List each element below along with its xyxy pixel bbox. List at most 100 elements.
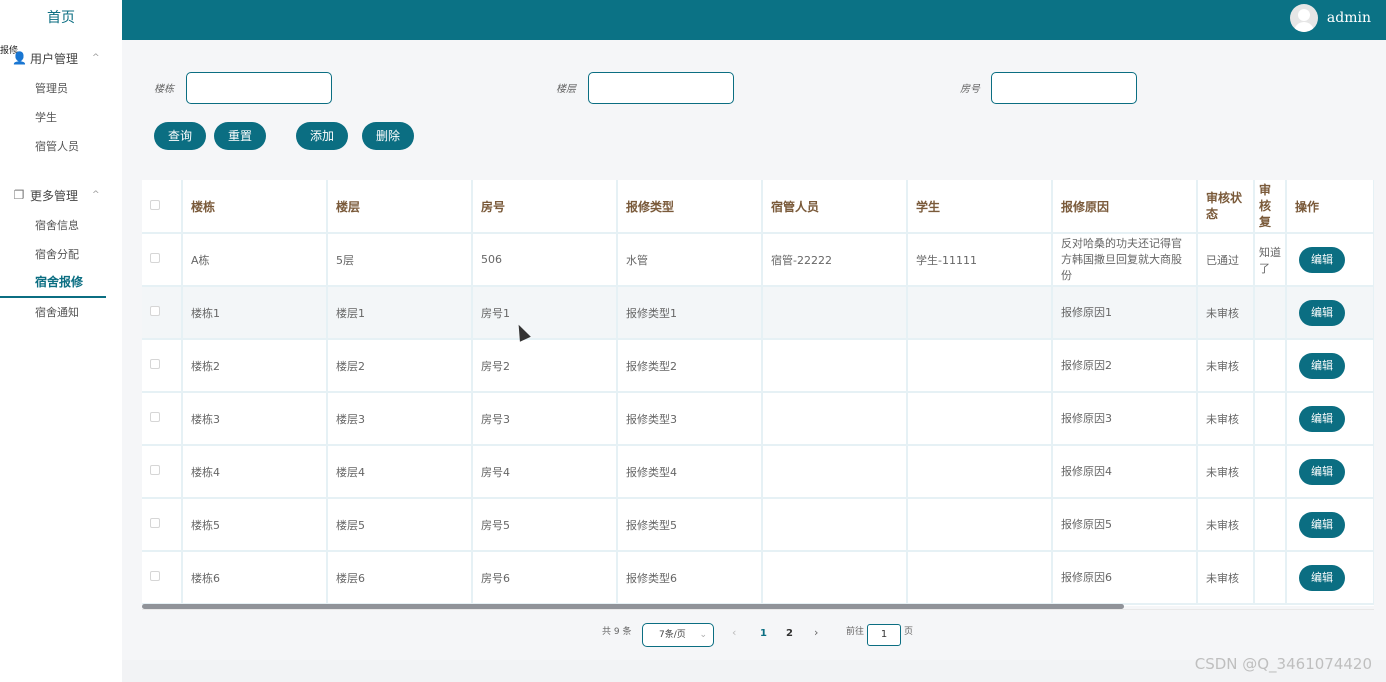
edit-button[interactable]: 编辑: [1299, 458, 1345, 485]
table-cell: [907, 286, 1053, 340]
table-cell: [907, 498, 1053, 552]
table-cell: 学生-11111: [907, 233, 1053, 287]
table-cell: [907, 392, 1053, 446]
add-button[interactable]: 添加: [296, 122, 348, 150]
room-input[interactable]: [991, 72, 1137, 104]
goto-page-input[interactable]: 1: [867, 624, 901, 646]
sidebar-item-dorm-info[interactable]: 宿舍信息: [0, 211, 122, 240]
sidebar-group-user-management[interactable]: 👤 用户管理 ^: [0, 42, 122, 74]
sidebar-item-dorm-assignment[interactable]: 宿舍分配: [0, 240, 122, 269]
table-cell: [1254, 286, 1287, 340]
table-cell: 报修原因4: [1052, 445, 1198, 499]
table-cell: 报修类型3: [617, 392, 763, 446]
table-cell: 知道了: [1254, 233, 1287, 287]
table-cell: 报修原因2: [1052, 339, 1198, 393]
column-header: 学生: [907, 180, 1053, 234]
row-checkbox[interactable]: [150, 571, 160, 581]
select-all-checkbox[interactable]: [150, 200, 160, 210]
sidebar-group-more-management[interactable]: ❐ 更多管理 ^: [0, 179, 122, 211]
table-cell: [762, 286, 908, 340]
table-header-row: 楼栋 楼层 房号 报修类型 宿管人员 学生 报修原因 审核状态 审核复 操作: [142, 180, 1374, 234]
table-cell: 未审核: [1197, 392, 1255, 446]
table-cell: [907, 551, 1053, 605]
table-cell: 楼栋5: [182, 498, 328, 552]
table-cell: 未审核: [1197, 498, 1255, 552]
next-page-icon[interactable]: ›: [814, 626, 818, 639]
table-cell: 房号6: [472, 551, 618, 605]
table-row: 楼栋4 楼层4 房号4 报修类型4 报修原因4 未审核 编辑: [142, 445, 1374, 499]
edit-button[interactable]: 编辑: [1299, 564, 1345, 591]
table-cell: 楼层5: [327, 498, 473, 552]
table-cell: 房号3: [472, 392, 618, 446]
table-cell: 楼层2: [327, 339, 473, 393]
reset-button[interactable]: 重置: [214, 122, 266, 150]
sidebar-home-link[interactable]: 首页: [0, 0, 122, 38]
edit-button[interactable]: 编辑: [1299, 405, 1345, 432]
page-number-2[interactable]: 2: [786, 628, 793, 639]
table-cell: [762, 339, 908, 393]
edit-button[interactable]: 编辑: [1299, 299, 1345, 326]
table-cell: 报修类型5: [617, 498, 763, 552]
table-cell: 未审核: [1197, 445, 1255, 499]
sidebar-item-dorm-manager[interactable]: 宿管人员: [0, 132, 122, 161]
table-cell: [1254, 339, 1287, 393]
room-label: 房号: [960, 84, 980, 95]
table-cell: 未审核: [1197, 551, 1255, 605]
table-row: 楼栋1 楼层1 房号1 报修类型1 报修原因1 未审核 编辑: [142, 286, 1374, 340]
table-cell: 5层: [327, 233, 473, 287]
sidebar: 首页 👤 用户管理 ^ 管理员 学生 宿管人员 ❐ 更多管理 ^ 宿舍信息 宿舍…: [0, 0, 122, 682]
row-checkbox[interactable]: [150, 465, 160, 475]
table-cell: 房号2: [472, 339, 618, 393]
page-size-select[interactable]: 7条/页 ⌄: [642, 623, 714, 647]
sidebar-item-dorm-notice[interactable]: 宿舍通知: [0, 298, 122, 327]
table-cell: 楼栋4: [182, 445, 328, 499]
table-cell: 房号5: [472, 498, 618, 552]
table-cell: [762, 445, 908, 499]
goto-suffix: 页: [904, 627, 914, 637]
table-cell: 报修类型1: [617, 286, 763, 340]
edit-button[interactable]: 编辑: [1299, 246, 1345, 273]
floor-input[interactable]: [588, 72, 734, 104]
table-cell: 房号1: [472, 286, 618, 340]
column-header: 审核复: [1254, 180, 1287, 234]
edit-button[interactable]: 编辑: [1299, 511, 1345, 538]
page-number-1[interactable]: 1: [760, 628, 767, 639]
table-cell: 未审核: [1197, 339, 1255, 393]
table-cell: 报修原因5: [1052, 498, 1198, 552]
prev-page-icon[interactable]: ‹: [732, 626, 736, 639]
table-cell: 报修原因3: [1052, 392, 1198, 446]
table-cell: [1254, 445, 1287, 499]
query-button[interactable]: 查询: [154, 122, 206, 150]
sidebar-group-label: 更多管理: [30, 188, 79, 203]
table-cell: 楼层6: [327, 551, 473, 605]
table-cell: 楼栋6: [182, 551, 328, 605]
sidebar-item-admin[interactable]: 管理员: [0, 74, 122, 103]
avatar[interactable]: [1290, 4, 1318, 32]
chevron-up-icon: ^: [92, 53, 100, 63]
sidebar-item-student[interactable]: 学生: [0, 103, 122, 132]
row-checkbox[interactable]: [150, 306, 160, 316]
row-checkbox[interactable]: [150, 412, 160, 422]
column-header: 房号: [472, 180, 618, 234]
edit-button[interactable]: 编辑: [1299, 352, 1345, 379]
table-cell: [907, 445, 1053, 499]
table-cell: [1254, 551, 1287, 605]
username[interactable]: admin: [1327, 10, 1371, 26]
table-cell: 报修类型4: [617, 445, 763, 499]
table-cell: 楼层4: [327, 445, 473, 499]
building-input[interactable]: [186, 72, 332, 104]
delete-button[interactable]: 删除: [362, 122, 414, 150]
sidebar-item-dorm-repair[interactable]: 宿舍报修: [0, 269, 106, 298]
building-label: 楼栋: [154, 84, 174, 95]
row-checkbox[interactable]: [150, 253, 160, 263]
table-cell: 未审核: [1197, 286, 1255, 340]
column-header: 报修原因: [1052, 180, 1198, 234]
column-header: 宿管人员: [762, 180, 908, 234]
row-checkbox[interactable]: [150, 518, 160, 528]
table-cell: 报修原因6: [1052, 551, 1198, 605]
table-cell: [907, 339, 1053, 393]
table-cell: 楼栋1: [182, 286, 328, 340]
table-cell: [762, 498, 908, 552]
row-checkbox[interactable]: [150, 359, 160, 369]
table-cell: 报修原因1: [1052, 286, 1198, 340]
